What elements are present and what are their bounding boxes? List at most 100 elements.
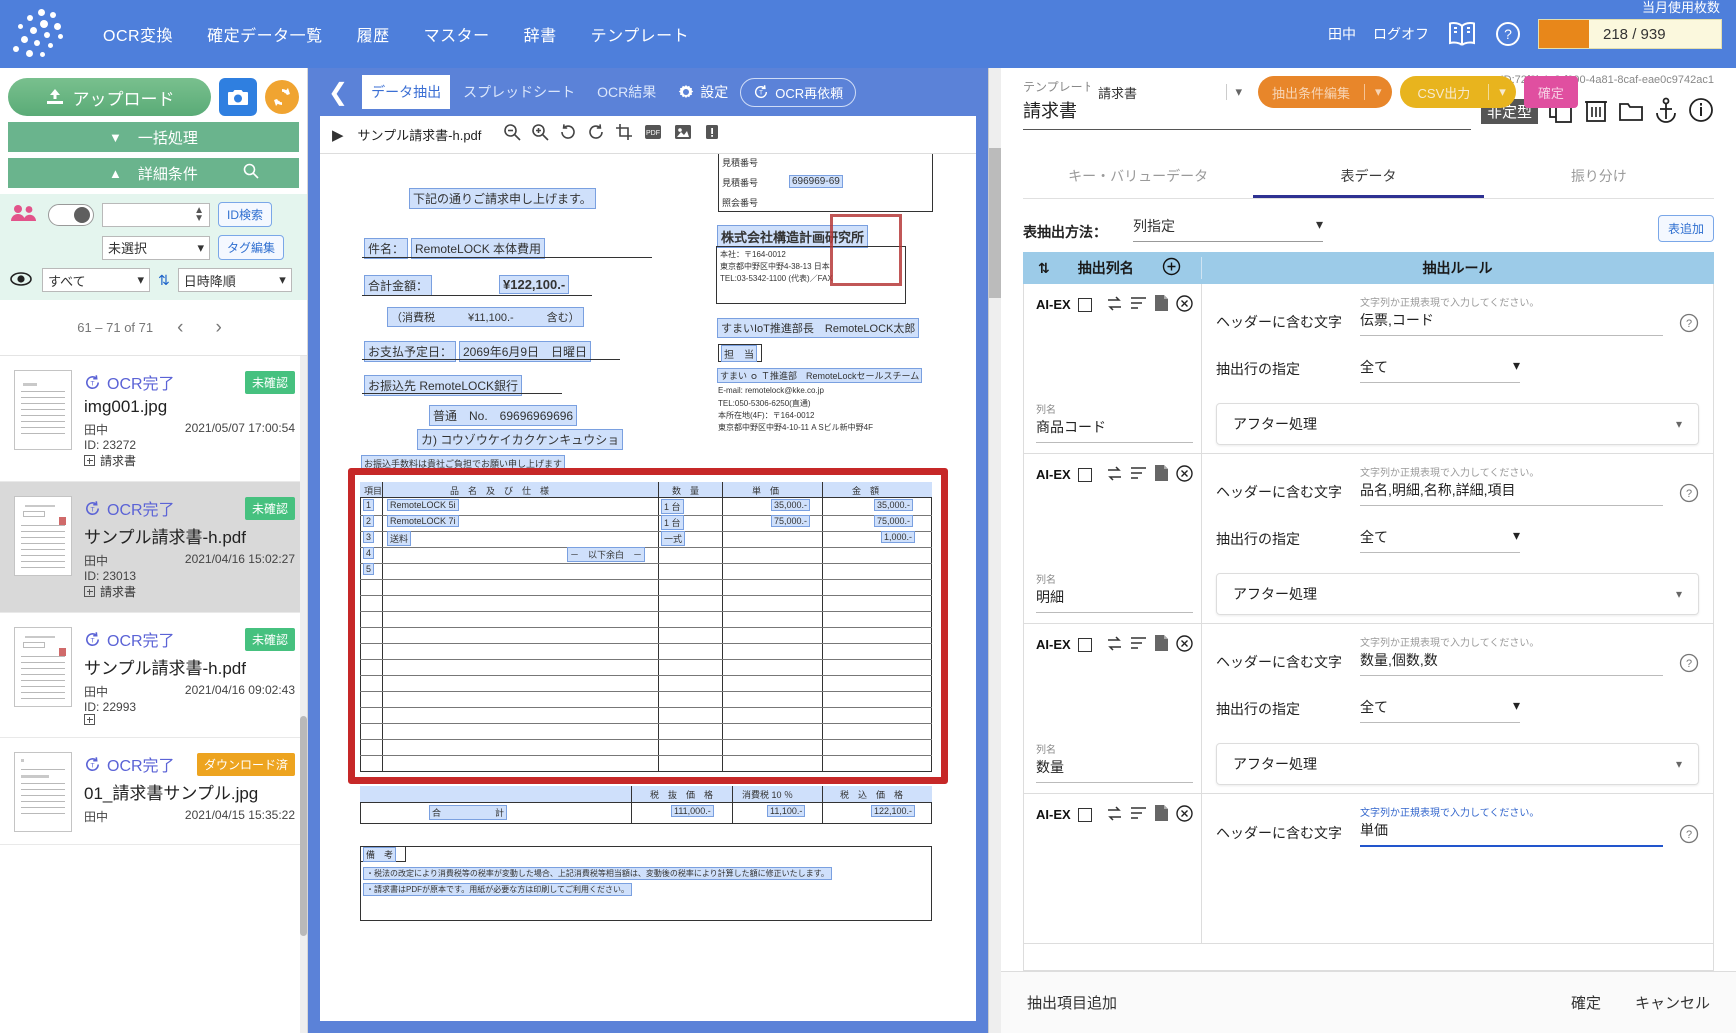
row-spec-select[interactable]: 全て ▾ bbox=[1360, 526, 1520, 553]
expand-icon[interactable] bbox=[84, 714, 95, 725]
view-filter-select[interactable]: すべて ▾ bbox=[42, 268, 150, 292]
table-row[interactable]: AI-EX 列名 数量 ヘッダーに含む文字 文字列か正規表現で入力してください。… bbox=[1024, 624, 1713, 794]
cancel-button[interactable]: キャンセル bbox=[1635, 992, 1710, 1013]
zoom-in-icon[interactable] bbox=[531, 123, 549, 146]
header-contains-input[interactable]: 数量,個数,数 bbox=[1360, 649, 1663, 676]
row-checkbox[interactable] bbox=[1077, 467, 1092, 482]
swap-icon[interactable] bbox=[1106, 465, 1123, 485]
nav-item-template[interactable]: テンプレート bbox=[574, 14, 707, 54]
nav-item-ocr[interactable]: OCR変換 bbox=[86, 14, 190, 54]
tab-table-data[interactable]: 表データ bbox=[1253, 156, 1483, 198]
row-spec-select[interactable]: 全て ▾ bbox=[1360, 356, 1520, 383]
extraction-method-select[interactable]: 列指定 ▾ bbox=[1133, 216, 1323, 242]
row-checkbox[interactable] bbox=[1077, 637, 1092, 652]
doc-icon[interactable] bbox=[1154, 294, 1169, 315]
swap-icon[interactable] bbox=[1106, 635, 1123, 655]
table-row[interactable]: AI-EX 列名 明細 ヘッダーに含む文字 文字列か正規表現で入力してください。… bbox=[1024, 454, 1713, 624]
list-icon[interactable] bbox=[1130, 466, 1147, 483]
list-icon[interactable] bbox=[1130, 636, 1147, 653]
sort-updown-icon[interactable]: ⇅ bbox=[1038, 260, 1050, 277]
list-item[interactable]: T OCR完了 ダウンロード済 01_請求書サンプル.jpg 田中 2021/0… bbox=[0, 738, 307, 845]
extraction-rules-list[interactable]: AI-EX 列名 商品コード ヘッダーに含む文字 文字列か正規表現で入力してくだ… bbox=[1023, 284, 1714, 971]
row-checkbox[interactable] bbox=[1077, 297, 1092, 312]
tag-select[interactable]: 未選択 ▾ bbox=[102, 235, 210, 260]
zoom-out-icon[interactable] bbox=[503, 123, 521, 146]
row-spec-select[interactable]: 全て ▾ bbox=[1360, 696, 1520, 723]
chevron-down-icon[interactable]: ▾ bbox=[1364, 84, 1392, 100]
header-contains-input[interactable]: 伝票,コード bbox=[1360, 309, 1663, 336]
tab-key-value-data[interactable]: キー・バリューデータ bbox=[1023, 156, 1253, 198]
help-icon[interactable]: ? bbox=[1495, 21, 1521, 47]
document-preview[interactable]: ▶ サンプル請求書-h.pdf PDF 下記の通りご請求申し上げます。 件名： … bbox=[320, 116, 976, 1021]
header-contains-input[interactable]: 単価 bbox=[1360, 819, 1663, 847]
nav-item-confirmed-data[interactable]: 確定データ一覧 bbox=[190, 14, 340, 54]
nav-item-master[interactable]: マスター bbox=[407, 14, 507, 54]
header-contains-input[interactable]: 品名,明細,名称,詳細,項目 bbox=[1360, 479, 1663, 506]
doc-icon[interactable] bbox=[1154, 634, 1169, 655]
alert-icon[interactable] bbox=[703, 123, 721, 146]
chevron-down-icon[interactable]: ▾ bbox=[1488, 84, 1516, 100]
list-icon[interactable] bbox=[1130, 296, 1147, 313]
folder-icon[interactable] bbox=[1618, 99, 1644, 126]
add-table-button[interactable]: 表追加 bbox=[1657, 215, 1714, 242]
owner-toggle[interactable] bbox=[48, 203, 94, 226]
play-icon[interactable]: ▶ bbox=[328, 126, 348, 144]
chevron-left-icon[interactable]: ‹ bbox=[169, 317, 191, 339]
swap-icon[interactable] bbox=[1106, 805, 1123, 825]
after-process-accordion[interactable]: アフター処理 ▾ bbox=[1216, 403, 1699, 445]
delete-circle-icon[interactable] bbox=[1176, 804, 1193, 825]
chevron-left-icon[interactable]: ❮ bbox=[318, 78, 358, 107]
nav-item-dictionary[interactable]: 辞書 bbox=[507, 14, 574, 54]
tab-ocr-result[interactable]: OCR結果 bbox=[588, 75, 665, 109]
doc-icon[interactable] bbox=[1154, 464, 1169, 485]
csv-export-button[interactable]: CSV出力 ▾ bbox=[1399, 76, 1516, 108]
id-search-button[interactable]: ID検索 bbox=[218, 202, 273, 227]
add-extraction-item-button[interactable]: 抽出項目追加 bbox=[1027, 992, 1117, 1013]
reocr-button[interactable]: T OCR再依頼 bbox=[740, 77, 857, 107]
list-item[interactable]: T OCR完了 未確認 img001.jpg 田中 2021/05/07 17:… bbox=[0, 356, 307, 482]
confirm-button[interactable]: 確定 bbox=[1523, 76, 1578, 108]
plus-circle-icon[interactable] bbox=[1162, 257, 1181, 279]
tag-edit-button[interactable]: タグ編集 bbox=[218, 235, 285, 260]
rotate-right-icon[interactable] bbox=[587, 123, 605, 146]
upload-button[interactable]: アップロード bbox=[8, 78, 211, 116]
anchor-icon[interactable] bbox=[1654, 97, 1678, 126]
expand-icon[interactable] bbox=[84, 586, 95, 597]
detail-conditions-accordion[interactable]: ▲ 詳細条件 bbox=[8, 158, 299, 188]
tab-routing[interactable]: 振り分け bbox=[1484, 156, 1714, 198]
info-icon[interactable] bbox=[1688, 97, 1714, 126]
delete-circle-icon[interactable] bbox=[1176, 464, 1193, 485]
nav-item-history[interactable]: 履歴 bbox=[340, 14, 407, 54]
rotate-left-icon[interactable] bbox=[559, 123, 577, 146]
trash-icon[interactable] bbox=[1584, 97, 1608, 126]
refresh-button[interactable] bbox=[265, 80, 299, 114]
column-name-input[interactable]: 数量 bbox=[1036, 756, 1193, 783]
book-icon[interactable] bbox=[1446, 20, 1478, 48]
expand-icon[interactable] bbox=[84, 455, 95, 466]
delete-circle-icon[interactable] bbox=[1176, 294, 1193, 315]
table-selection-box[interactable] bbox=[348, 468, 948, 784]
pdf-icon[interactable]: PDF bbox=[643, 123, 663, 146]
table-row[interactable]: AI-EX ヘッダーに含む文字 文字列か正規表現で入力してください。 単価 ? bbox=[1024, 794, 1713, 944]
numeric-input[interactable]: ▲ ▼ bbox=[102, 202, 210, 227]
camera-button[interactable] bbox=[219, 78, 257, 116]
edit-conditions-button[interactable]: 抽出条件編集 ▾ bbox=[1258, 76, 1392, 108]
settings-button[interactable]: 設定 bbox=[669, 82, 736, 102]
chevron-right-icon[interactable]: › bbox=[207, 317, 229, 339]
list-item[interactable]: T OCR完了 未確認 サンプル請求書-h.pdf 田中 2021/04/16 … bbox=[0, 613, 307, 738]
list-item[interactable]: T OCR完了 未確認 サンプル請求書-h.pdf 田中 2021/04/16 … bbox=[0, 482, 307, 613]
column-name-input[interactable]: 商品コード bbox=[1036, 416, 1193, 443]
table-row[interactable]: AI-EX 列名 商品コード ヘッダーに含む文字 文字列か正規表現で入力してくだ… bbox=[1024, 284, 1713, 454]
column-name-input[interactable]: 明細 bbox=[1036, 586, 1193, 613]
help-icon[interactable]: ? bbox=[1679, 483, 1699, 506]
help-icon[interactable]: ? bbox=[1679, 824, 1699, 847]
tab-spreadsheet[interactable]: スプレッドシート bbox=[454, 75, 584, 109]
crop-icon[interactable] bbox=[615, 123, 633, 146]
image-icon[interactable] bbox=[673, 123, 693, 146]
row-checkbox[interactable] bbox=[1077, 807, 1092, 822]
search-icon[interactable] bbox=[243, 163, 259, 183]
tab-data-extraction[interactable]: データ抽出 bbox=[362, 75, 451, 109]
template-select[interactable]: 請求書 ▾ bbox=[1090, 76, 1250, 108]
bulk-process-accordion[interactable]: ▼ 一括処理 bbox=[8, 122, 299, 152]
sidebar-scrollbar[interactable] bbox=[300, 356, 307, 1033]
